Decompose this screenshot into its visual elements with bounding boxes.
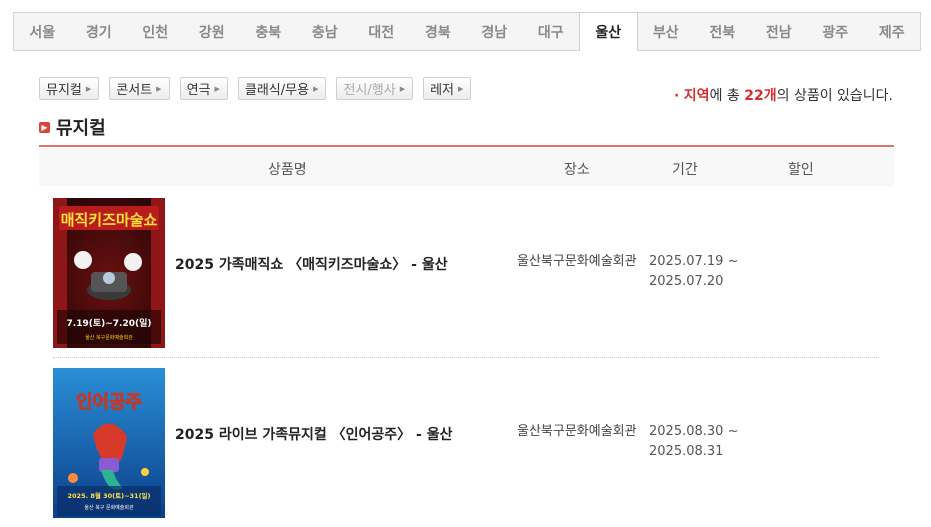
- category-label: 클래식/무용: [244, 83, 310, 98]
- category-label: 레저: [430, 83, 454, 98]
- result-count: · 지역에 총 22개의 상품이 있습니다.: [674, 85, 893, 105]
- chevron-right-icon: ▶: [313, 84, 319, 93]
- region-tab-gyeongbuk[interactable]: 경북: [410, 13, 467, 50]
- poster-date: 7.19(토)~7.20(일): [67, 317, 152, 329]
- table-row: 인어공주 2025. 8월 30(토)~31(일) 울산 북구 문화예술회관 2…: [53, 368, 879, 518]
- category-label: 연극: [186, 83, 211, 98]
- category-leisure-button[interactable]: 레저 ▶: [423, 77, 472, 100]
- period-end: 2025.07.20: [649, 274, 724, 289]
- section-header: ▶ 뮤지컬: [39, 114, 106, 140]
- poster-headline: 매직키즈마술쇼: [61, 211, 158, 229]
- region-tab-busan[interactable]: 부산: [638, 13, 695, 50]
- poster-image[interactable]: 인어공주 2025. 8월 30(토)~31(일) 울산 북구 문화예술회관: [53, 368, 165, 518]
- poster-date: 2025. 8월 30(토)~31(일): [68, 491, 151, 500]
- header-discount: 할인: [788, 162, 814, 178]
- chevron-right-icon: ▶: [214, 84, 220, 93]
- region-word: 지역: [683, 88, 710, 104]
- chevron-right-icon: ▶: [458, 84, 464, 93]
- product-place: 울산북구문화예술회관: [517, 254, 637, 269]
- region-tab-gyeongnam[interactable]: 경남: [466, 13, 523, 50]
- category-concert-button[interactable]: 콘서트 ▶: [109, 77, 170, 100]
- poster-venue: 울산 북구문화예술회관: [85, 334, 133, 341]
- period-end: 2025.08.31: [649, 444, 724, 459]
- section-bullet-icon: ▶: [39, 121, 50, 133]
- region-tab-daegu[interactable]: 대구: [523, 13, 580, 50]
- region-tab-gangwon[interactable]: 강원: [184, 13, 241, 50]
- region-tab-jeju[interactable]: 제주: [864, 13, 921, 50]
- region-tab-gyeonggi[interactable]: 경기: [71, 13, 128, 50]
- category-label: 전시/행사: [343, 83, 396, 98]
- category-musical-button[interactable]: 뮤지컬 ▶: [39, 77, 100, 100]
- period-start: 2025.08.30 ~: [649, 424, 739, 439]
- poster-venue: 울산 북구 문화예술회관: [84, 504, 134, 511]
- result-count-number: 22개: [744, 88, 777, 104]
- category-exhibition-button[interactable]: 전시/행사 ▶: [336, 77, 414, 100]
- header-name: 상품명: [268, 162, 307, 178]
- chevron-right-icon: ▶: [156, 84, 162, 93]
- chevron-right-icon: ▶: [399, 84, 406, 93]
- header-place: 장소: [564, 162, 590, 178]
- region-tabs: 서울 경기 인천 강원 충북 충남 대전 경북 경남 대구 울산 부산 전북 전…: [13, 12, 921, 51]
- product-period: 2025.07.19 ~ 2025.07.20: [649, 252, 749, 292]
- region-tab-incheon[interactable]: 인천: [127, 13, 184, 50]
- region-tab-daejeon[interactable]: 대전: [353, 13, 410, 50]
- section-title: 뮤지컬: [56, 118, 106, 139]
- product-title-link[interactable]: 2025 라이브 가족뮤지컬 〈인어공주〉 - 울산: [175, 424, 452, 444]
- bullet-dot: ·: [674, 88, 680, 104]
- result-tail-text: 의 상품이 있습니다.: [776, 88, 893, 104]
- header-period: 기간: [672, 162, 698, 178]
- category-label: 콘서트: [116, 83, 153, 98]
- row-divider: [53, 357, 879, 358]
- region-tab-jeonnam[interactable]: 전남: [751, 13, 808, 50]
- poster-image[interactable]: 매직키즈마술쇼 7.19(토)~7.20(일) 울산 북구문화예술회관: [53, 198, 165, 348]
- chevron-right-icon: ▶: [85, 84, 92, 93]
- table-row: 매직키즈마술쇼 7.19(토)~7.20(일) 울산 북구문화예술회관 2025…: [53, 198, 879, 348]
- category-classic-dance-button[interactable]: 클래식/무용 ▶: [237, 77, 327, 100]
- product-title-link[interactable]: 2025 가족매직쇼 〈매직키즈마술쇼〉 - 울산: [175, 254, 448, 274]
- region-tab-chungnam[interactable]: 충남: [297, 13, 354, 50]
- category-filter: 뮤지컬 ▶ 콘서트 ▶ 연극 ▶ 클래식/무용 ▶ 전시/행사 ▶ 레저 ▶: [39, 77, 481, 100]
- region-tab-chungbuk[interactable]: 충북: [240, 13, 297, 50]
- result-mid-text: 에 총: [709, 88, 745, 104]
- product-period: 2025.08.30 ~ 2025.08.31: [649, 422, 749, 462]
- category-play-button[interactable]: 연극 ▶: [179, 77, 228, 100]
- region-tab-seoul[interactable]: 서울: [14, 13, 71, 50]
- table-header: 상품명 장소 기간 할인: [39, 145, 894, 186]
- product-table: 상품명 장소 기간 할인 매직키즈마술쇼 7.19(토)~7.20(일) 울산 …: [39, 145, 894, 518]
- product-place: 울산북구문화예술회관: [517, 424, 637, 439]
- region-tab-gwangju[interactable]: 광주: [807, 13, 864, 50]
- region-tab-ulsan[interactable]: 울산: [579, 12, 638, 51]
- region-tab-jeonbuk[interactable]: 전북: [694, 13, 751, 50]
- poster-headline: 인어공주: [76, 392, 142, 413]
- period-start: 2025.07.19 ~: [649, 254, 739, 269]
- category-label: 뮤지컬: [46, 83, 82, 98]
